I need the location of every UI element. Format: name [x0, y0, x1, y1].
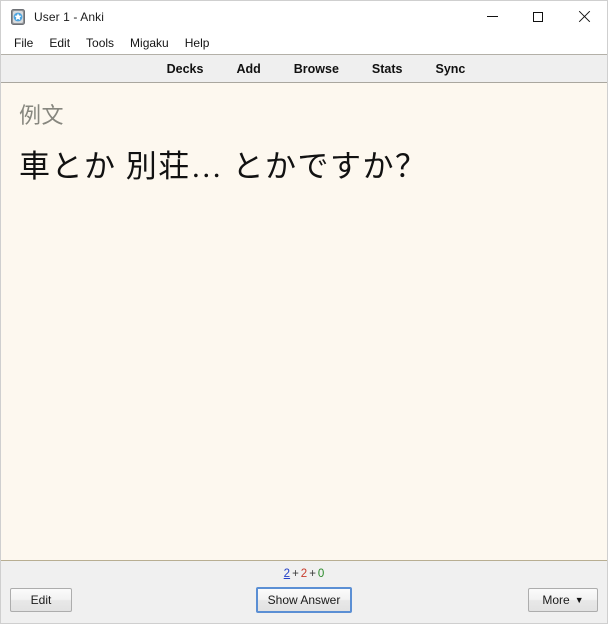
count-separator-2: +: [309, 568, 316, 580]
toolbar-link-decks[interactable]: Decks: [167, 62, 204, 76]
show-answer-label: Show Answer: [267, 593, 341, 607]
close-button[interactable]: [561, 1, 607, 32]
edit-button[interactable]: Edit: [10, 588, 72, 612]
more-button[interactable]: More ▼: [528, 588, 598, 612]
maximize-icon: [533, 11, 543, 22]
anki-main-window: User 1 - Anki File Edit Tools Migaku Hel…: [0, 0, 608, 624]
show-answer-button[interactable]: Show Answer: [256, 587, 352, 613]
anki-app-icon: [10, 8, 26, 25]
minimize-button[interactable]: [469, 1, 515, 32]
main-toolbar: Decks Add Browse Stats Sync: [1, 54, 607, 83]
menu-item-help[interactable]: Help: [177, 34, 218, 52]
minimize-icon: [486, 16, 498, 17]
toolbar-link-sync[interactable]: Sync: [436, 62, 466, 76]
menu-item-file[interactable]: File: [8, 34, 41, 52]
card-field-label: 例文: [19, 103, 65, 128]
count-separator-1: +: [292, 568, 299, 580]
menu-bar: File Edit Tools Migaku Help: [1, 32, 607, 54]
close-icon: [578, 11, 590, 23]
window-title: User 1 - Anki: [34, 9, 104, 24]
count-due: 0: [317, 568, 325, 580]
toolbar-link-add[interactable]: Add: [236, 62, 260, 76]
bottom-bar: 2 +2 +0 Edit Show Answer More ▼: [1, 561, 607, 623]
toolbar-link-stats[interactable]: Stats: [372, 62, 403, 76]
toolbar-links: Decks Add Browse Stats Sync: [143, 62, 466, 76]
card-sentence-text: 車とか 別荘… とかですか？: [19, 148, 428, 184]
chevron-down-icon: ▼: [574, 594, 584, 605]
title-bar: User 1 - Anki: [1, 1, 607, 32]
card-counts: 2 +2 +0: [1, 568, 607, 580]
window-controls: [469, 1, 607, 32]
menu-item-migaku[interactable]: Migaku: [122, 34, 177, 52]
menu-item-tools[interactable]: Tools: [78, 34, 122, 52]
title-bar-left: User 1 - Anki: [1, 8, 104, 25]
maximize-button[interactable]: [515, 1, 561, 32]
card-question-area: 例文 車とか 別荘… とかですか？: [1, 83, 607, 561]
toolbar-link-browse[interactable]: Browse: [294, 62, 339, 76]
menu-item-edit[interactable]: Edit: [41, 34, 78, 52]
more-label: More: [542, 593, 570, 607]
